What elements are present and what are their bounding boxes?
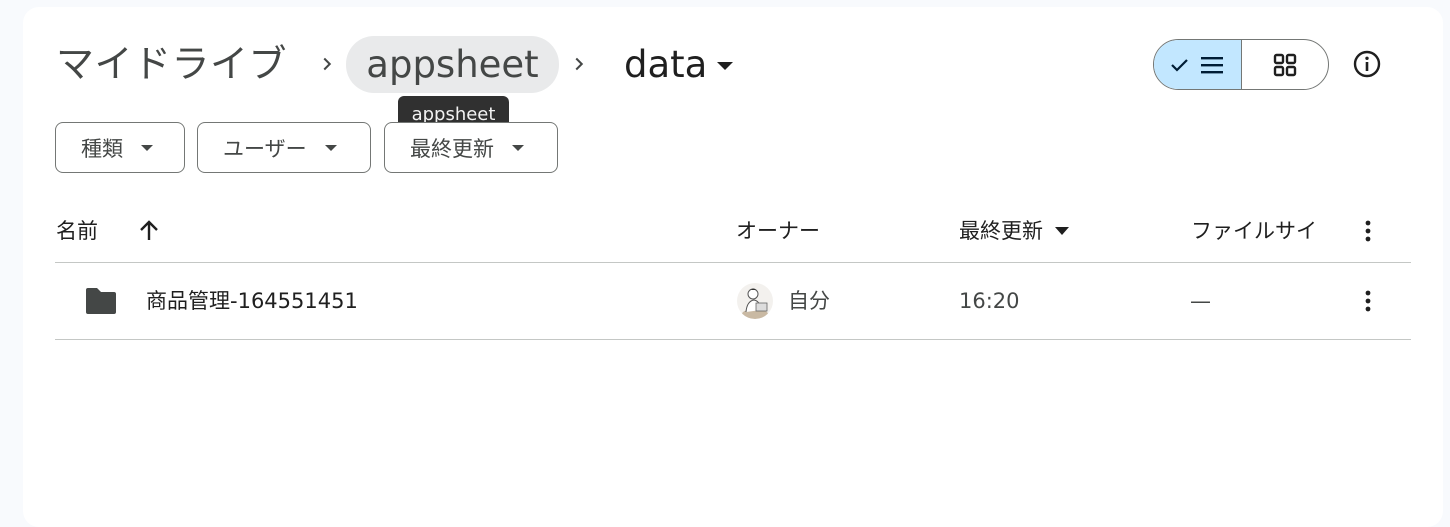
- column-size-label: ファイルサイ: [1191, 219, 1317, 243]
- row-options-button[interactable]: [1348, 281, 1388, 321]
- list-icon: [1201, 56, 1224, 73]
- filter-type-label: 種類: [81, 136, 123, 161]
- arrow-up-icon[interactable]: [136, 218, 162, 244]
- caret-down-icon: [324, 144, 337, 151]
- checkmark-icon: [1171, 58, 1189, 72]
- folder-icon: [86, 288, 116, 314]
- grid-icon: [1273, 53, 1296, 76]
- breadcrumb-current[interactable]: data: [624, 36, 734, 92]
- avatar: [737, 283, 773, 319]
- grid-view-button[interactable]: [1242, 40, 1329, 89]
- column-options-button[interactable]: [1348, 211, 1388, 251]
- file-name[interactable]: 商品管理-164551451: [146, 286, 358, 316]
- column-header-size[interactable]: ファイルサイ: [1191, 212, 1317, 250]
- breadcrumb-root[interactable]: マイドライブ: [56, 36, 287, 92]
- filter-user-chip[interactable]: ユーザー: [197, 122, 371, 173]
- view-toggle: [1153, 39, 1329, 90]
- file-size: —: [1190, 289, 1211, 313]
- caret-down-icon: [1055, 227, 1069, 235]
- column-header-modified[interactable]: 最終更新: [959, 212, 1069, 250]
- more-vert-icon: [1365, 290, 1371, 312]
- breadcrumb-middle[interactable]: appsheet: [346, 36, 559, 93]
- filter-type-chip[interactable]: 種類: [55, 122, 185, 173]
- column-owner-label: オーナー: [736, 219, 820, 243]
- owner-name: 自分: [788, 289, 830, 313]
- info-icon: [1353, 50, 1381, 78]
- column-header-owner[interactable]: オーナー: [736, 212, 820, 250]
- modified-time: 16:20: [959, 289, 1020, 313]
- filter-modified-chip[interactable]: 最終更新: [384, 122, 558, 173]
- breadcrumb-current-label: data: [624, 42, 708, 86]
- column-name-label: 名前: [56, 219, 98, 243]
- column-header-name[interactable]: 名前: [56, 212, 162, 250]
- caret-down-icon: [512, 144, 524, 151]
- filter-user-label: ユーザー: [223, 136, 307, 161]
- row-divider: [55, 339, 1411, 340]
- more-vert-icon: [1365, 220, 1371, 242]
- caret-down-icon: [141, 144, 153, 151]
- breadcrumb-separator-icon: [315, 46, 339, 82]
- column-modified-label: 最終更新: [959, 219, 1043, 243]
- list-view-button[interactable]: [1154, 40, 1242, 89]
- breadcrumb-separator-icon: [567, 46, 591, 82]
- info-button[interactable]: [1347, 44, 1387, 84]
- filter-modified-label: 最終更新: [410, 136, 494, 161]
- caret-down-icon: [717, 62, 734, 70]
